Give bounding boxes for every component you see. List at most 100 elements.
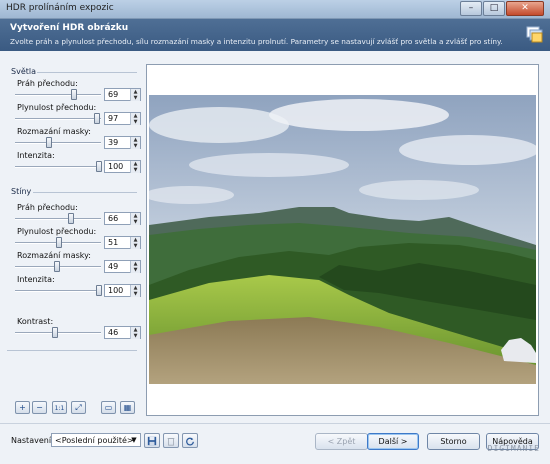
contrast-slider-thumb[interactable] — [51, 327, 58, 338]
wizard-subtitle: Zvolte práh a plynulost přechodu, sílu r… — [10, 37, 503, 46]
back-button[interactable]: < Zpět — [315, 433, 368, 450]
dialog-body: Světla Práh přechodu: 69 ▲ ▼ Plynulost přech… — [0, 51, 550, 464]
shadows-threshold-spinbox[interactable]: 66 ▲ ▼ — [104, 212, 141, 225]
lights-mask-blur-slider-thumb[interactable] — [45, 137, 52, 148]
parameters-panel: Světla Práh přechodu: 69 ▲ ▼ Plynulost přech… — [7, 62, 141, 464]
wizard-title: Vytvoření HDR obrázku — [10, 23, 129, 33]
close-button[interactable]: ✕ — [506, 1, 544, 16]
hdr-stack-icon — [526, 26, 543, 43]
zoom-fit-button[interactable]: ⤢ — [71, 401, 86, 414]
zoom-in-icon: + — [19, 403, 26, 412]
shadows-smoothness-value: 51 — [108, 238, 119, 247]
window-title: HDR prolínáním expozic — [6, 3, 114, 13]
window-controls: – □ ✕ — [459, 1, 544, 16]
shadows-mask-blur-label: Rozmazání masky: — [17, 251, 91, 260]
shadows-mask-blur-value: 49 — [108, 262, 119, 271]
shadows-intensity-spinbox[interactable]: 100 ▲ ▼ — [104, 284, 141, 297]
cancel-button[interactable]: Storno — [427, 433, 480, 450]
lights-mask-blur-slider[interactable] — [15, 137, 101, 148]
lights-separator — [37, 72, 137, 73]
lights-smoothness-spinbox[interactable]: 97 ▲ ▼ — [104, 112, 141, 125]
spin-down-icon[interactable]: ▼ — [130, 243, 140, 249]
spin-down-icon[interactable]: ▼ — [130, 95, 140, 101]
lights-smoothness-slider[interactable] — [15, 113, 101, 124]
spin-down-icon[interactable]: ▼ — [130, 119, 140, 125]
lights-mask-blur-value: 39 — [108, 138, 119, 147]
shadows-threshold-slider[interactable] — [15, 213, 101, 224]
zoom-fit-icon: ⤢ — [75, 403, 82, 412]
shadows-threshold-value: 66 — [108, 214, 119, 223]
shadows-threshold-slider-thumb[interactable] — [68, 213, 75, 224]
lights-smoothness-value: 97 — [108, 114, 119, 123]
lights-intensity-value: 100 — [108, 162, 124, 171]
title-bar: HDR prolínáním expozic – □ ✕ — [0, 0, 550, 19]
contrast-slider[interactable] — [15, 327, 101, 338]
zoom-in-button[interactable]: + — [15, 401, 30, 414]
preset-select[interactable]: <Poslední použité> ▼ — [51, 433, 141, 447]
lights-smoothness-label: Plynulost přechodu: — [17, 103, 97, 112]
show-original-icon: ▭ — [104, 403, 113, 412]
watermark-logo: DIGIMANIE — [487, 444, 540, 453]
lights-mask-blur-label: Rozmazání masky: — [17, 127, 91, 136]
lights-intensity-slider[interactable] — [15, 161, 102, 172]
spin-down-icon[interactable]: ▼ — [130, 143, 140, 149]
lights-smoothness-slider-thumb[interactable] — [93, 113, 100, 124]
footer-separator — [0, 423, 550, 424]
next-button[interactable]: Další > — [367, 433, 419, 450]
shadows-threshold-label: Práh přechodu: — [17, 203, 78, 212]
shadows-smoothness-label: Plynulost přechodu: — [17, 227, 97, 236]
shadows-smoothness-slider[interactable] — [15, 237, 101, 248]
chevron-down-icon: ▼ — [131, 436, 137, 444]
reset-icon — [186, 437, 194, 446]
zoom-out-button[interactable]: − — [32, 401, 47, 414]
zoom-actual-button[interactable]: 1:1 — [52, 401, 67, 414]
spin-down-icon[interactable]: ▼ — [130, 291, 140, 297]
show-original-button[interactable]: ▭ — [101, 401, 116, 414]
shadows-intensity-label: Intenzita: — [17, 275, 55, 284]
save-icon — [147, 436, 157, 446]
shadows-intensity-value: 100 — [108, 286, 124, 295]
spin-down-icon[interactable]: ▼ — [130, 219, 140, 225]
show-mask-icon: ▦ — [123, 403, 132, 412]
shadows-intensity-slider[interactable] — [15, 285, 102, 296]
lights-intensity-slider-thumb[interactable] — [96, 161, 102, 172]
preset-select-value: <Poslední použité> — [55, 436, 134, 445]
shadows-mask-blur-slider[interactable] — [15, 261, 101, 272]
minimize-button[interactable]: – — [460, 1, 482, 16]
spin-down-icon[interactable]: ▼ — [130, 267, 140, 273]
contrast-spinbox[interactable]: 46 ▲ ▼ — [104, 326, 141, 339]
shadows-separator — [33, 192, 137, 193]
delete-icon — [167, 438, 175, 446]
lights-intensity-spinbox[interactable]: 100 ▲ ▼ — [104, 160, 141, 173]
zoom-actual-icon: 1:1 — [54, 405, 65, 412]
delete-preset-button[interactable] — [163, 433, 179, 448]
lights-intensity-label: Intenzita: — [17, 151, 55, 160]
lights-threshold-spinbox[interactable]: 69 ▲ ▼ — [104, 88, 141, 101]
show-mask-button[interactable]: ▦ — [120, 401, 135, 414]
shadows-section-title: Stíny — [11, 187, 32, 196]
shadows-mask-blur-slider-thumb[interactable] — [54, 261, 61, 272]
save-preset-button[interactable] — [144, 433, 160, 448]
shadows-mask-blur-spinbox[interactable]: 49 ▲ ▼ — [104, 260, 141, 273]
contrast-separator — [7, 350, 137, 351]
preview-image[interactable] — [149, 95, 536, 384]
reset-preset-button[interactable] — [182, 433, 198, 448]
maximize-button[interactable]: □ — [483, 1, 505, 16]
zoom-out-icon: − — [36, 403, 43, 412]
lights-threshold-value: 69 — [108, 90, 119, 99]
wizard-header: Vytvoření HDR obrázku Zvolte práh a plyn… — [0, 19, 550, 51]
preview-pane[interactable] — [146, 64, 539, 416]
lights-mask-blur-spinbox[interactable]: 39 ▲ ▼ — [104, 136, 141, 149]
spin-down-icon[interactable]: ▼ — [130, 333, 140, 339]
shadows-smoothness-spinbox[interactable]: 51 ▲ ▼ — [104, 236, 141, 249]
shadows-intensity-slider-thumb[interactable] — [96, 285, 102, 296]
shadows-smoothness-slider-thumb[interactable] — [55, 237, 62, 248]
contrast-label: Kontrast: — [17, 317, 54, 326]
lights-threshold-slider-thumb[interactable] — [70, 89, 77, 100]
contrast-value: 46 — [108, 328, 119, 337]
settings-label: Nastavení: — [11, 436, 54, 445]
lights-threshold-label: Práh přechodu: — [17, 79, 78, 88]
lights-section-title: Světla — [11, 67, 36, 76]
lights-threshold-slider[interactable] — [15, 89, 101, 100]
spin-down-icon[interactable]: ▼ — [130, 167, 140, 173]
